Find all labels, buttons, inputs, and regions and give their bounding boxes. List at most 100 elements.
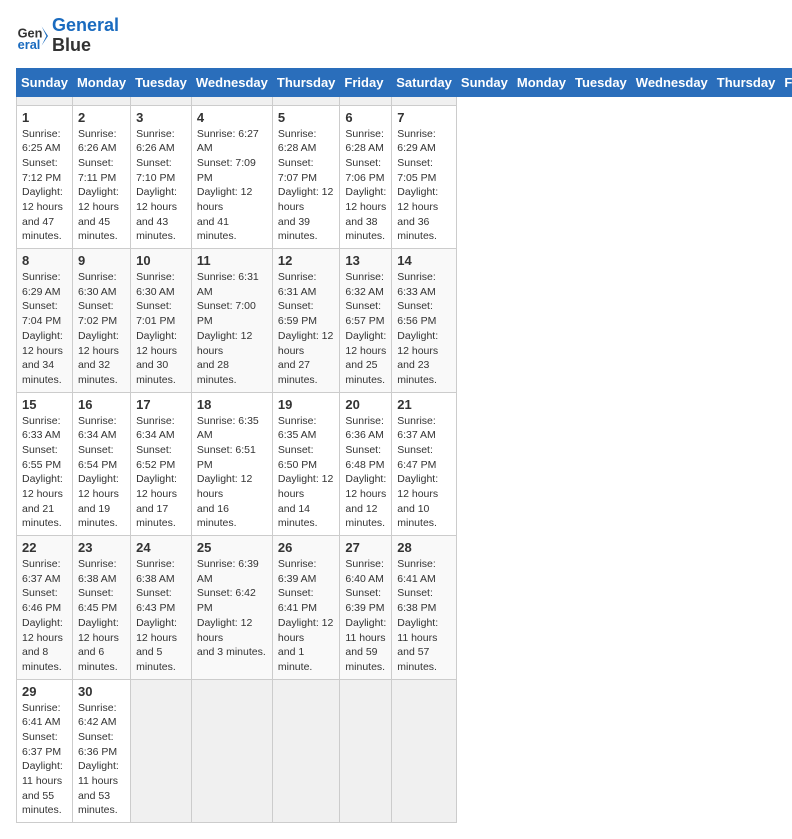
calendar-cell: 9Sunrise: 6:30 AMSunset: 7:02 PMDaylight…	[72, 249, 130, 393]
logo-icon: Gen eral	[16, 20, 48, 52]
calendar-cell: 27 Sunrise: 6:40 AMSunset: 6:39 PMDayligh…	[340, 536, 392, 680]
day-number: 21	[397, 397, 451, 412]
calendar-cell: 6Sunrise: 6:28 AMSunset: 7:06 PMDaylight…	[340, 105, 392, 249]
calendar-cell	[392, 96, 457, 105]
day-detail: Sunrise: 6:42 AMSunset: 6:36 PMDaylight:…	[78, 701, 125, 819]
calendar-cell: 8 Sunrise: 6:29 AMSunset: 7:04 PMDaylight…	[17, 249, 73, 393]
day-detail: Sunrise: 6:26 AMSunset: 7:11 PMDaylight:…	[78, 127, 125, 245]
calendar-cell: 1Sunrise: 6:25 AMSunset: 7:12 PMDaylight…	[17, 105, 73, 249]
calendar-cell: 12Sunrise: 6:31 AMSunset: 6:59 PMDayligh…	[272, 249, 340, 393]
calendar-cell: 10 Sunrise: 6:30 AMSunset: 7:01 PMDayligh…	[131, 249, 192, 393]
day-detail: Sunrise: 6:28 AMSunset: 7:07 PMDaylight:…	[278, 127, 335, 245]
day-number: 25	[197, 540, 267, 555]
day-number: 29	[22, 684, 67, 699]
calendar-cell: 14 Sunrise: 6:33 AMSunset: 6:56 PMDayligh…	[392, 249, 457, 393]
day-number: 27	[345, 540, 386, 555]
calendar-table: SundayMondayTuesdayWednesdayThursdayFrid…	[16, 68, 792, 824]
page-header: Gen eral General Blue	[16, 16, 776, 56]
day-detail: Sunrise: 6:39 AMSunset: 6:41 PMDaylight:…	[278, 557, 335, 675]
col-header-wednesday: Wednesday	[631, 68, 712, 96]
calendar-cell	[131, 96, 192, 105]
day-detail: Sunrise: 6:26 AMSunset: 7:10 PMDaylight:…	[136, 127, 186, 245]
day-detail: Sunrise: 6:29 AMSunset: 7:04 PMDaylight:…	[22, 270, 67, 388]
calendar-cell: 13Sunrise: 6:32 AMSunset: 6:57 PMDayligh…	[340, 249, 392, 393]
day-number: 3	[136, 110, 186, 125]
day-number: 11	[197, 253, 267, 268]
col-header-saturday: Saturday	[392, 68, 457, 96]
day-detail: Sunrise: 6:31 AMSunset: 7:00 PMDaylight:…	[197, 270, 267, 388]
calendar-cell	[340, 679, 392, 823]
day-number: 19	[278, 397, 335, 412]
day-detail: Sunrise: 6:34 AMSunset: 6:54 PMDaylight:…	[78, 414, 125, 532]
col-header-tuesday: Tuesday	[131, 68, 192, 96]
calendar-cell: 20 Sunrise: 6:36 AMSunset: 6:48 PMDayligh…	[340, 392, 392, 536]
col-header-tuesday: Tuesday	[571, 68, 632, 96]
calendar-cell: 11 Sunrise: 6:31 AMSunset: 7:00 PMDayligh…	[191, 249, 272, 393]
day-detail: Sunrise: 6:27 AMSunset: 7:09 PMDaylight:…	[197, 127, 267, 245]
calendar-cell	[191, 96, 272, 105]
col-header-thursday: Thursday	[272, 68, 340, 96]
col-header-monday: Monday	[512, 68, 570, 96]
day-number: 26	[278, 540, 335, 555]
calendar-week-row: 15 Sunrise: 6:33 AMSunset: 6:55 PMDayligh…	[17, 392, 792, 536]
day-number: 20	[345, 397, 386, 412]
logo-line1: General	[52, 16, 119, 36]
day-number: 14	[397, 253, 451, 268]
calendar-cell: 30Sunrise: 6:42 AMSunset: 6:36 PMDayligh…	[72, 679, 130, 823]
calendar-week-row: 1Sunrise: 6:25 AMSunset: 7:12 PMDaylight…	[17, 105, 792, 249]
day-detail: Sunrise: 6:35 AMSunset: 6:50 PMDaylight:…	[278, 414, 335, 532]
day-number: 28	[397, 540, 451, 555]
day-number: 5	[278, 110, 335, 125]
day-number: 8	[22, 253, 67, 268]
calendar-cell: 19 Sunrise: 6:35 AMSunset: 6:50 PMDayligh…	[272, 392, 340, 536]
day-detail: Sunrise: 6:36 AMSunset: 6:48 PMDaylight:…	[345, 414, 386, 532]
day-detail: Sunrise: 6:41 AMSunset: 6:38 PMDaylight:…	[397, 557, 451, 675]
calendar-cell: 24 Sunrise: 6:38 AMSunset: 6:43 PMDayligh…	[131, 536, 192, 680]
day-number: 23	[78, 540, 125, 555]
calendar-cell: 29Sunrise: 6:41 AMSunset: 6:37 PMDayligh…	[17, 679, 73, 823]
day-number: 7	[397, 110, 451, 125]
day-number: 16	[78, 397, 125, 412]
day-detail: Sunrise: 6:33 AMSunset: 6:56 PMDaylight:…	[397, 270, 451, 388]
calendar-cell	[17, 96, 73, 105]
calendar-cell: 28 Sunrise: 6:41 AMSunset: 6:38 PMDayligh…	[392, 536, 457, 680]
day-detail: Sunrise: 6:40 AMSunset: 6:39 PMDaylight:…	[345, 557, 386, 675]
day-number: 17	[136, 397, 186, 412]
calendar-cell: 26 Sunrise: 6:39 AMSunset: 6:41 PMDayligh…	[272, 536, 340, 680]
col-header-wednesday: Wednesday	[191, 68, 272, 96]
calendar-cell: 16 Sunrise: 6:34 AMSunset: 6:54 PMDayligh…	[72, 392, 130, 536]
calendar-week-row: 29Sunrise: 6:41 AMSunset: 6:37 PMDayligh…	[17, 679, 792, 823]
day-detail: Sunrise: 6:37 AMSunset: 6:47 PMDaylight:…	[397, 414, 451, 532]
day-number: 24	[136, 540, 186, 555]
day-detail: Sunrise: 6:38 AMSunset: 6:43 PMDaylight:…	[136, 557, 186, 675]
day-detail: Sunrise: 6:33 AMSunset: 6:55 PMDaylight:…	[22, 414, 67, 532]
day-number: 15	[22, 397, 67, 412]
day-number: 2	[78, 110, 125, 125]
day-detail: Sunrise: 6:34 AMSunset: 6:52 PMDaylight:…	[136, 414, 186, 532]
day-number: 10	[136, 253, 186, 268]
calendar-week-row	[17, 96, 792, 105]
day-number: 12	[278, 253, 335, 268]
day-number: 18	[197, 397, 267, 412]
calendar-header-row: SundayMondayTuesdayWednesdayThursdayFrid…	[17, 68, 792, 96]
calendar-cell	[72, 96, 130, 105]
calendar-cell: 21 Sunrise: 6:37 AMSunset: 6:47 PMDayligh…	[392, 392, 457, 536]
calendar-cell	[272, 96, 340, 105]
day-detail: Sunrise: 6:35 AMSunset: 6:51 PMDaylight:…	[197, 414, 267, 532]
day-detail: Sunrise: 6:38 AMSunset: 6:45 PMDaylight:…	[78, 557, 125, 675]
logo-line2: Blue	[52, 36, 119, 56]
col-header-sunday: Sunday	[17, 68, 73, 96]
day-number: 1	[22, 110, 67, 125]
calendar-cell: 18 Sunrise: 6:35 AMSunset: 6:51 PMDayligh…	[191, 392, 272, 536]
day-number: 4	[197, 110, 267, 125]
day-detail: Sunrise: 6:28 AMSunset: 7:06 PMDaylight:…	[345, 127, 386, 245]
col-header-friday: Friday	[780, 68, 792, 96]
calendar-cell: 3 Sunrise: 6:26 AMSunset: 7:10 PMDaylight…	[131, 105, 192, 249]
calendar-cell	[392, 679, 457, 823]
day-detail: Sunrise: 6:30 AMSunset: 7:01 PMDaylight:…	[136, 270, 186, 388]
day-detail: Sunrise: 6:29 AMSunset: 7:05 PMDaylight:…	[397, 127, 451, 245]
calendar-cell	[340, 96, 392, 105]
logo: Gen eral General Blue	[16, 16, 119, 56]
day-detail: Sunrise: 6:39 AMSunset: 6:42 PMDaylight:…	[197, 557, 267, 660]
col-header-friday: Friday	[340, 68, 392, 96]
